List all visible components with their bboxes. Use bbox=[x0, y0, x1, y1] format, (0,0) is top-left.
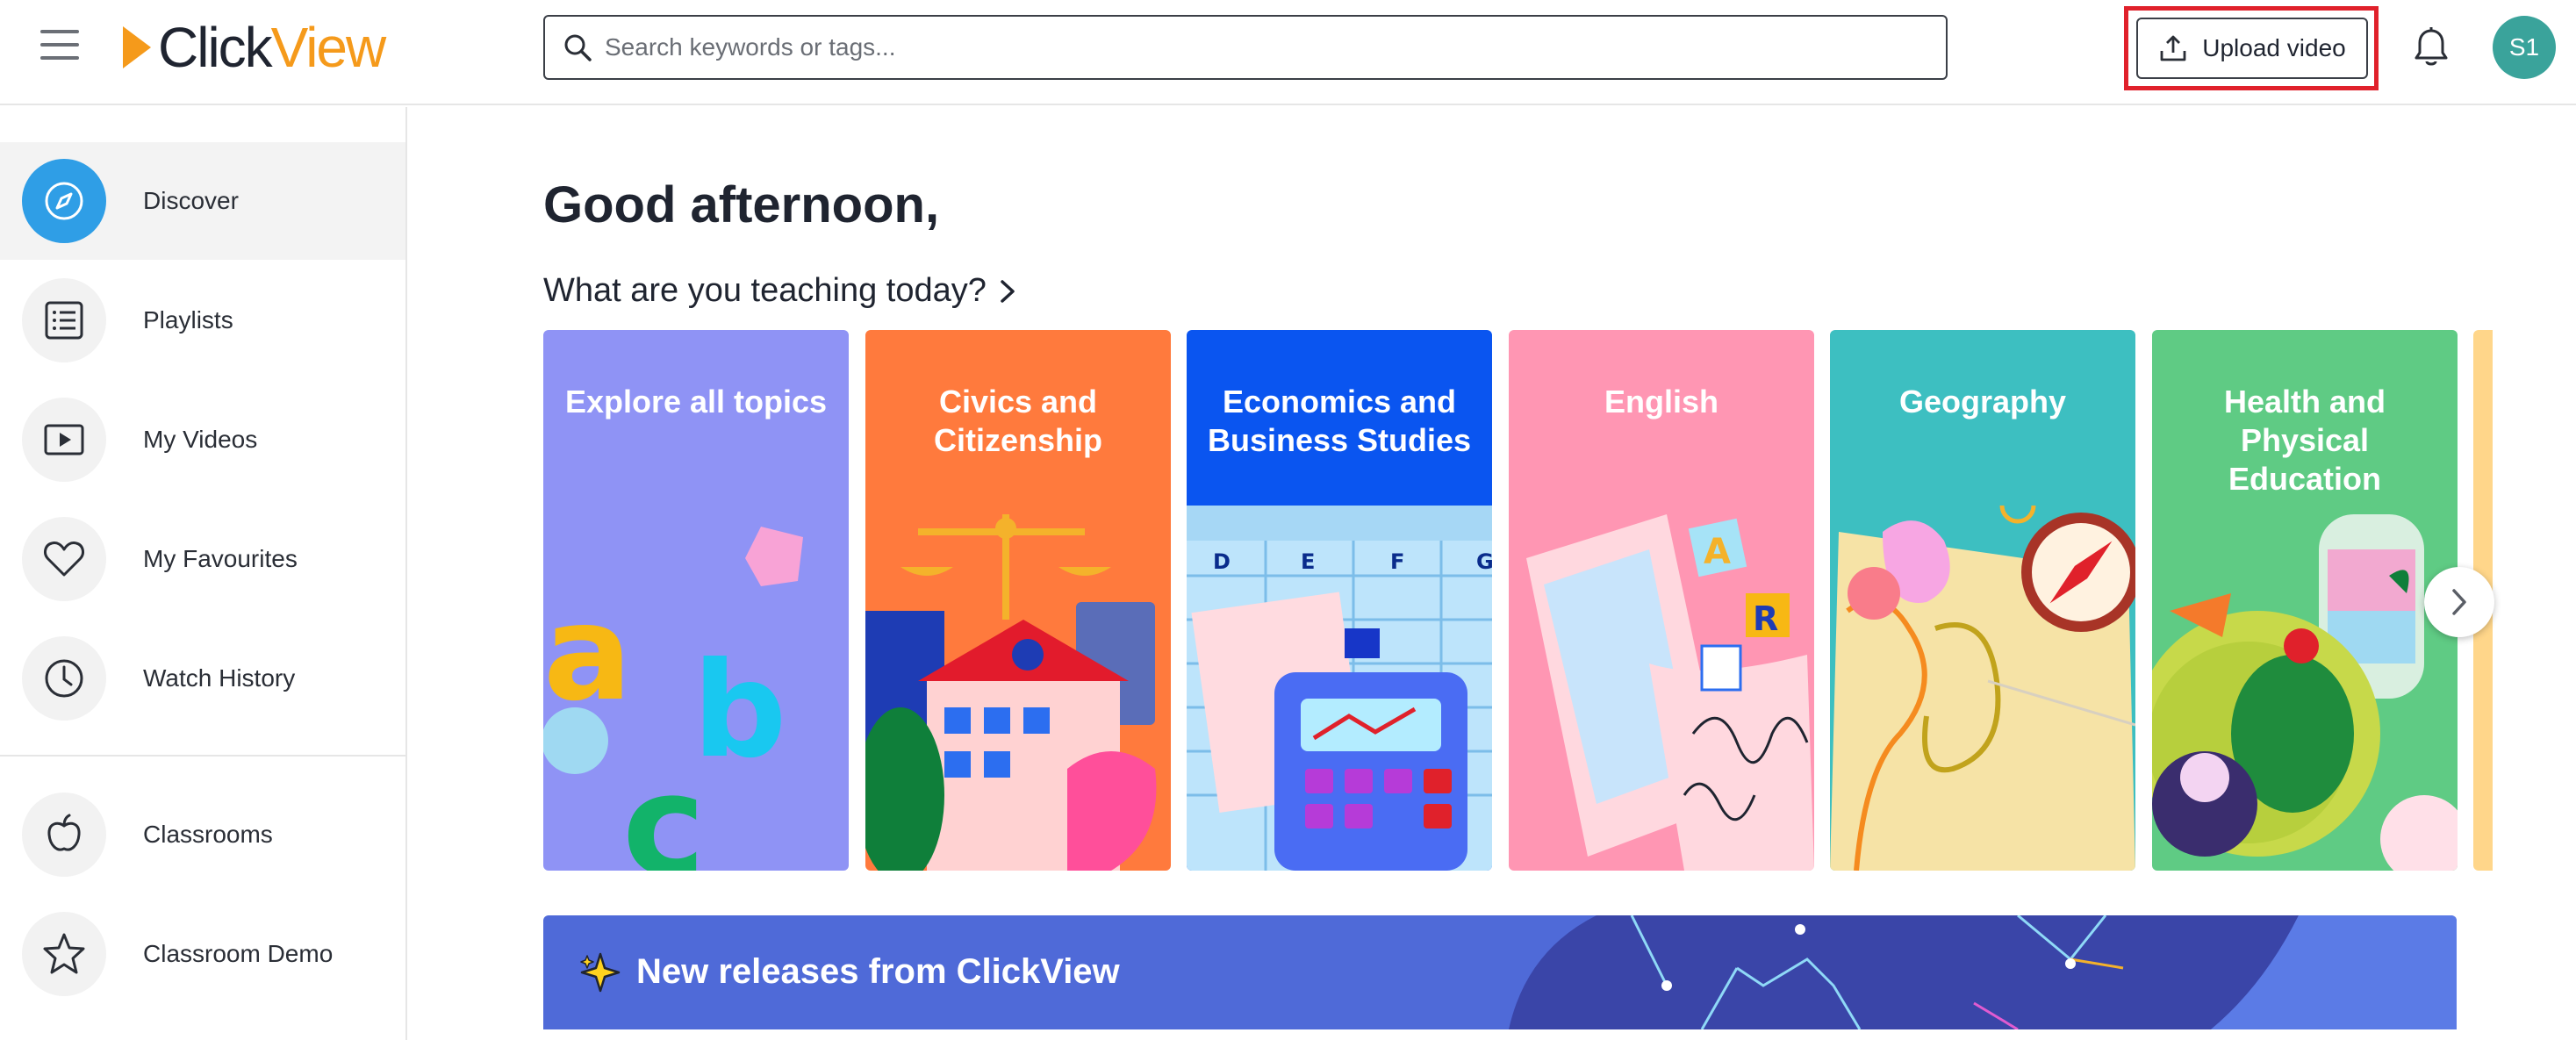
svg-text:G: G bbox=[1476, 549, 1492, 574]
chevron-right-icon bbox=[2452, 589, 2466, 615]
topic-title: English bbox=[1604, 384, 1719, 420]
sidebar-item-discover[interactable]: Discover bbox=[0, 142, 405, 260]
topic-card-economics[interactable]: Economics and Business Studies D E F G bbox=[1187, 330, 1492, 871]
menu-icon[interactable] bbox=[40, 30, 79, 60]
greeting-heading: Good afternoon, bbox=[543, 176, 940, 233]
english-illustration: A R bbox=[1526, 514, 1814, 871]
sidebar-item-label: My Favourites bbox=[143, 545, 298, 572]
sidebar: Discover Playlists My Videos My Favourit… bbox=[0, 107, 407, 1040]
topic-title: Health and Physical Education bbox=[2223, 384, 2386, 497]
svg-text:R: R bbox=[1753, 599, 1778, 638]
search-input[interactable] bbox=[605, 33, 1904, 61]
bell-icon[interactable] bbox=[2412, 26, 2450, 68]
topic-card-explore-all[interactable]: Explore all topics a b c bbox=[543, 330, 849, 871]
teaching-today-link[interactable]: What are you teaching today? bbox=[543, 272, 1018, 310]
economics-illustration: D E F G bbox=[1187, 506, 1492, 871]
upload-video-label: Upload video bbox=[2202, 34, 2346, 61]
sidebar-divider bbox=[0, 755, 405, 757]
topic-title: Economics and Business Studies bbox=[1207, 384, 1472, 458]
star-icon bbox=[22, 912, 106, 996]
geography-illustration bbox=[1830, 506, 2135, 871]
svg-text:F: F bbox=[1390, 549, 1404, 574]
clickview-logo[interactable]: ClickView bbox=[121, 16, 386, 79]
sidebar-item-my-videos[interactable]: My Videos bbox=[0, 381, 405, 498]
sparkle-icon bbox=[580, 952, 621, 993]
search-bar[interactable] bbox=[543, 15, 1948, 80]
logo-play-icon bbox=[123, 26, 151, 68]
chevron-right-icon bbox=[1001, 279, 1015, 303]
upload-video-button[interactable]: Upload video bbox=[2136, 18, 2368, 79]
apple-icon bbox=[22, 793, 106, 877]
top-header: ClickView Upload video S1 bbox=[0, 0, 2576, 105]
topic-title: Explore all topics bbox=[564, 384, 828, 420]
svg-text:a: a bbox=[543, 577, 632, 730]
list-icon bbox=[22, 278, 106, 362]
sidebar-item-label: Playlists bbox=[143, 306, 233, 334]
sidebar-item-label: My Videos bbox=[143, 426, 258, 453]
topic-title: Geography bbox=[1898, 384, 2067, 420]
search-icon bbox=[564, 34, 592, 61]
svg-text:c: c bbox=[622, 743, 706, 871]
topic-card-health-pe[interactable]: Health and Physical Education bbox=[2152, 330, 2458, 871]
sidebar-item-classroom-demo[interactable]: Classroom Demo bbox=[0, 895, 405, 1013]
svg-text:A: A bbox=[1704, 532, 1731, 572]
topic-title: Civics and Citizenship bbox=[933, 384, 1102, 458]
sidebar-item-label: Classroom Demo bbox=[143, 940, 334, 967]
logo-text: ClickView bbox=[158, 16, 386, 79]
banner-title: New releases from ClickView bbox=[636, 952, 1120, 991]
sidebar-item-watch-history[interactable]: Watch History bbox=[0, 620, 405, 737]
compass-icon bbox=[22, 159, 106, 243]
sidebar-item-my-favourites[interactable]: My Favourites bbox=[0, 500, 405, 618]
health-illustration bbox=[2152, 514, 2458, 871]
civics-illustration bbox=[865, 514, 1157, 871]
teaching-today-label: What are you teaching today? bbox=[543, 272, 987, 309]
sidebar-item-classrooms[interactable]: Classrooms bbox=[0, 776, 405, 893]
upload-icon bbox=[2160, 35, 2186, 61]
topic-card-english[interactable]: English A R bbox=[1509, 330, 1814, 871]
heart-icon bbox=[22, 517, 106, 601]
new-releases-banner[interactable]: New releases from ClickView bbox=[543, 915, 2457, 1029]
clock-icon bbox=[22, 636, 106, 721]
sidebar-item-playlists[interactable]: Playlists bbox=[0, 262, 405, 379]
alphabet-illustration: a b c bbox=[543, 527, 803, 871]
svg-text:b: b bbox=[692, 635, 786, 787]
sidebar-item-label: Classrooms bbox=[143, 821, 273, 848]
svg-text:D: D bbox=[1213, 549, 1231, 574]
topic-card-civics[interactable]: Civics and Citizenship bbox=[865, 330, 1171, 871]
play-icon bbox=[22, 398, 106, 482]
svg-text:E: E bbox=[1301, 549, 1315, 574]
avatar[interactable]: S1 bbox=[2493, 16, 2556, 79]
carousel-next-button[interactable] bbox=[2424, 567, 2494, 637]
sidebar-item-label: Discover bbox=[143, 187, 239, 214]
topic-card-geography[interactable]: Geography bbox=[1830, 330, 2135, 871]
sidebar-item-label: Watch History bbox=[143, 664, 296, 692]
